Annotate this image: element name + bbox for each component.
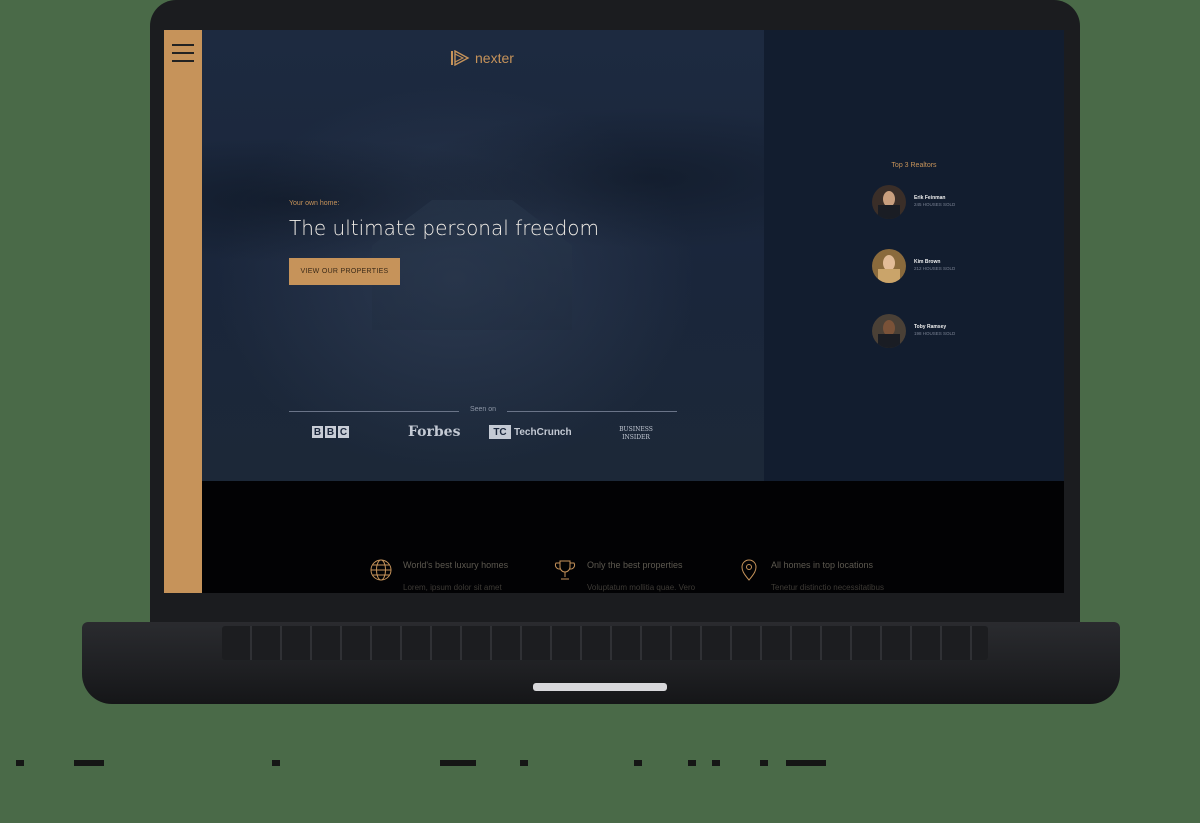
hero-headline: The ultimate personal freedom [289,216,599,240]
decorative-mark [74,760,104,766]
laptop-keyboard [222,626,988,660]
laptop-hinge-notch [533,683,667,691]
decorative-mark [16,760,24,766]
seen-on-divider: Seen on [289,406,677,416]
feature-text: Voluptatum mollitia quae. Vero [587,583,696,592]
techcrunch-logo: TC TechCrunch [489,425,572,439]
techcrunch-wordmark: TechCrunch [514,426,572,438]
bbc-logo: BBC [312,426,349,438]
trophy-icon [554,560,576,580]
divider-line-right [507,411,677,412]
seen-on-label: Seen on [469,406,497,413]
feature-item: World's best luxury homes Lorem, ipsum d… [369,558,539,592]
realtor-name: Toby Ramsey [914,324,947,330]
realtor-sold: 245 HOUSES SOLD [914,202,956,207]
feature-item: All homes in top locations Tenetur disti… [737,558,907,592]
decorative-mark [440,760,476,766]
realtor-item[interactable]: Toby Ramsey 198 HOUSES SOLD [872,314,992,350]
logo-icon [451,50,470,66]
realtors-title: Top 3 Realtors [891,162,937,169]
brand-name: nexter [475,50,514,66]
screen-bezel-bottom [150,593,1080,622]
realtor-item[interactable]: Erik Feinman 245 HOUSES SOLD [872,185,992,221]
realtor-name: Erik Feinman [914,195,946,201]
realtor-name: Kim Brown [914,259,941,265]
brand-logo[interactable]: nexter [450,50,514,66]
decorative-mark [520,760,528,766]
view-properties-button[interactable]: VIEW OUR PROPERTIES [289,258,400,285]
decorative-mark [786,760,826,766]
decorative-mark [760,760,768,766]
realtor-item[interactable]: Kim Brown 212 HOUSES SOLD [872,249,992,285]
decorative-mark [688,760,696,766]
map-pin-icon [741,559,757,581]
decorative-mark [712,760,720,766]
realtor-sold: 198 HOUSES SOLD [914,331,956,336]
avatar [872,314,906,348]
feature-text: Tenetur distinctio necessitatibus [771,583,884,592]
feature-title: All homes in top locations [771,560,874,570]
feature-text: Lorem, ipsum dolor sit amet [403,583,502,592]
sidebar [164,30,202,593]
business-insider-logo: BUSINESS INSIDER [619,426,653,441]
avatar [872,185,906,219]
techcrunch-mark: TC [489,425,511,439]
decorative-mark [634,760,642,766]
divider-line-left [289,411,459,412]
avatar [872,249,906,283]
feature-title: Only the best properties [587,560,683,570]
menu-icon[interactable] [172,44,194,62]
realtor-sold: 212 HOUSES SOLD [914,266,956,271]
laptop-screen: nexter Your own home: The ultimate perso… [164,30,1064,593]
feature-title: World's best luxury homes [403,560,509,570]
forbes-logo: Forbes [408,424,461,440]
globe-icon [370,559,392,581]
hero-eyebrow: Your own home: [289,200,340,207]
feature-item: Only the best properties Voluptatum moll… [553,558,723,592]
decorative-mark [272,760,280,766]
